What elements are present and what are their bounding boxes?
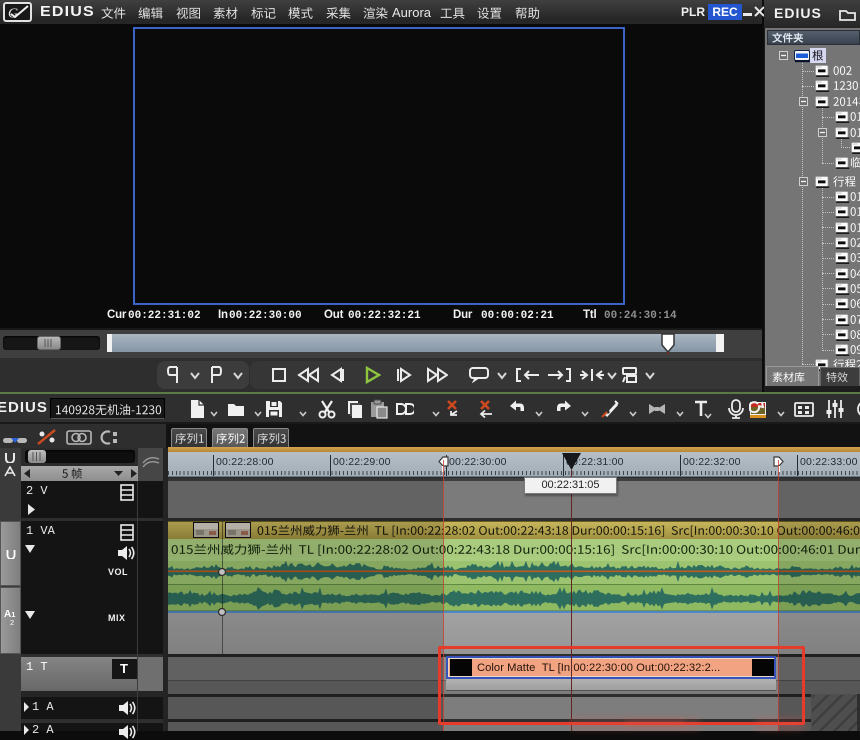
svg-text:G: G <box>8 7 18 22</box>
